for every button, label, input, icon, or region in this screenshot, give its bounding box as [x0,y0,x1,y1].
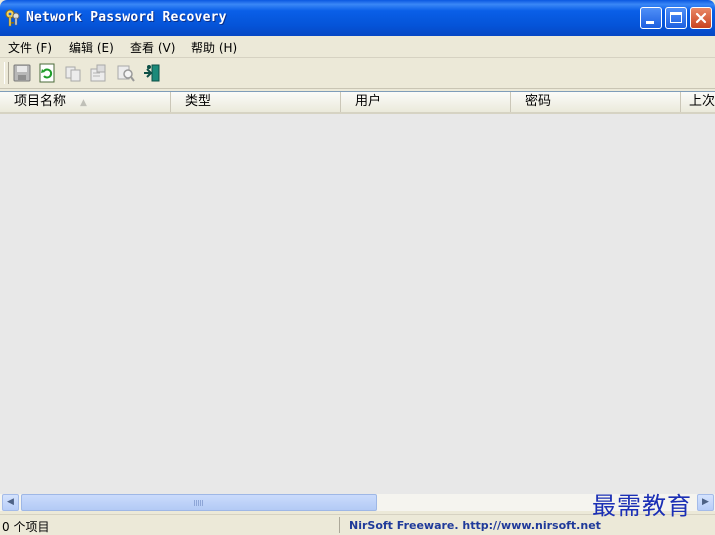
column-header-last[interactable]: 上次 [681,92,715,112]
exit-icon [144,64,160,82]
status-divider [339,517,340,533]
window-title: Network Password Recovery [26,10,227,25]
grip-icon [194,500,204,506]
password-list[interactable]: 项目名称 ▲ 类型 用户 密码 上次 [0,91,715,495]
find-icon [117,65,135,82]
refresh-button[interactable] [37,63,57,83]
toolbar-grip[interactable] [4,62,9,84]
right-arrow-icon: ▶ [702,497,709,507]
properties-icon [90,64,106,82]
column-header-password[interactable]: 密码 [511,92,681,112]
column-header-item-name[interactable]: 项目名称 ▲ [0,92,171,112]
menu-view[interactable]: 查看 (V) [128,38,177,57]
maximize-icon [670,12,682,23]
scroll-thumb[interactable] [21,494,377,511]
copy-icon [65,66,81,82]
sort-ascending-icon: ▲ [80,98,87,108]
properties-button[interactable] [88,63,108,83]
list-header: 项目名称 ▲ 类型 用户 密码 上次 [0,92,715,114]
save-icon [13,64,31,82]
nirsoft-link[interactable]: NirSoft Freeware. http://www.nirsoft.net [349,519,601,532]
find-button[interactable] [116,63,136,83]
watermark: 最需教育 [592,492,692,520]
keys-icon [5,9,20,27]
item-count: 0 个项目 [2,520,50,534]
close-icon [695,12,707,24]
refresh-icon [39,63,55,83]
menu-bar: 文件 (F) 编辑 (E) 查看 (V) 帮助 (H) [0,36,715,58]
menu-help[interactable]: 帮助 (H) [189,38,239,57]
menu-file[interactable]: 文件 (F) [6,38,54,57]
minimize-button[interactable] [640,7,662,29]
column-header-type[interactable]: 类型 [171,92,341,112]
maximize-button[interactable] [665,7,687,29]
close-button[interactable] [690,7,712,29]
scroll-right-button[interactable]: ▶ [697,494,714,511]
scroll-left-button[interactable]: ◀ [2,494,19,511]
toolbar [0,58,715,89]
minimize-icon [646,21,654,24]
menu-edit[interactable]: 编辑 (E) [67,38,116,57]
save-button[interactable] [12,63,32,83]
title-bar[interactable]: Network Password Recovery [0,0,715,36]
copy-button[interactable] [63,63,83,83]
left-arrow-icon: ◀ [7,497,14,507]
column-header-user[interactable]: 用户 [341,92,511,112]
exit-button[interactable] [142,63,162,83]
